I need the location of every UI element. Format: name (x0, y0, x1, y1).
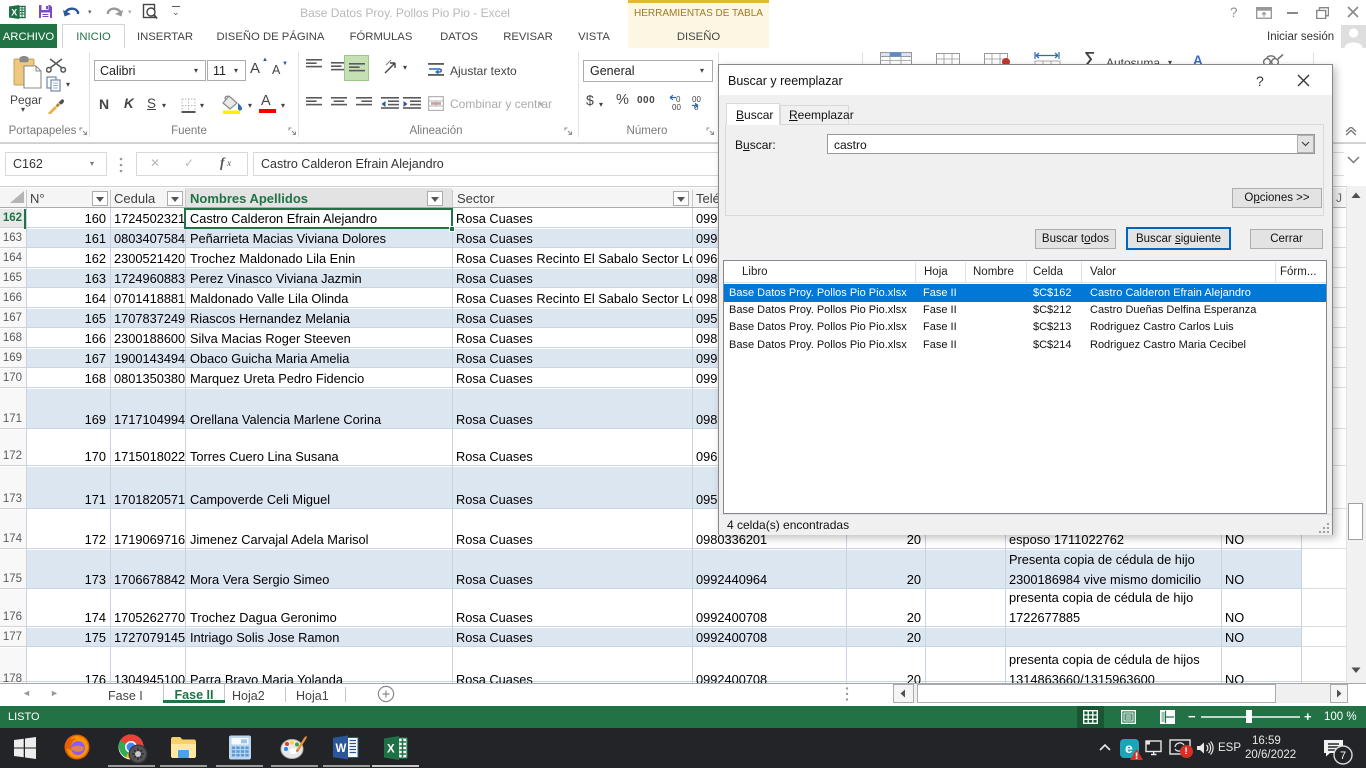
svg-text:W: W (336, 743, 347, 755)
svg-text:7: 7 (1340, 750, 1346, 762)
svg-text:00: 00 (672, 103, 681, 111)
svg-text:X: X (11, 8, 17, 18)
svg-text:X: X (387, 744, 395, 756)
